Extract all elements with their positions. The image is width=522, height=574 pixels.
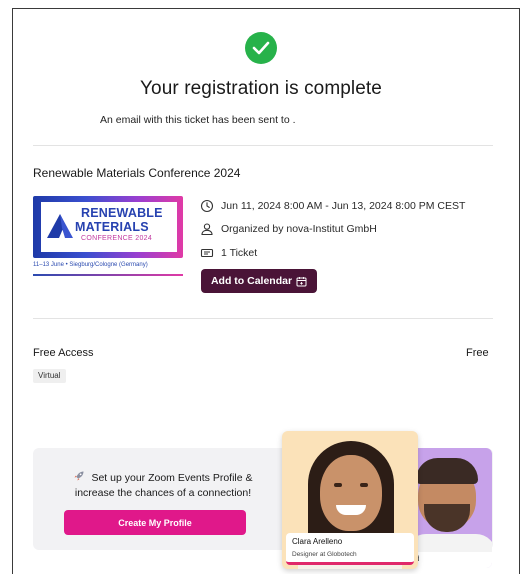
email-sent-notice: An email with this ticket has been sent … [100,114,296,126]
divider [33,145,493,146]
calendar-icon [296,276,307,286]
virtual-badge: Virtual [33,369,66,383]
create-profile-label: Create My Profile [118,517,192,528]
page-title: Your registration is complete [140,78,382,99]
ticket-price: Free [466,347,489,359]
add-to-calendar-label: Add to Calendar [210,275,293,287]
conference-logo-icon [47,214,73,238]
promo-message: Set up your Zoom Events Profile & increa… [58,470,268,501]
check-circle-icon [245,32,277,64]
event-name: Renewable Materials Conference 2024 [33,166,241,180]
banner-title-line3: CONFERENCE 2024 [81,235,153,242]
banner-title-line2: MATERIALS [75,220,149,234]
event-banner: RENEWABLE MATERIALS CONFERENCE 2024 11–1… [33,196,183,282]
profile-name-card: Clara Arelleno Designer at Globotech [286,533,414,565]
ticket-type: Free Access [33,347,94,359]
profile-card-back: id [410,448,492,568]
create-profile-button[interactable]: Create My Profile [64,510,246,535]
event-organizer-row: Organized by nova-Institut GmbH [200,222,377,236]
banner-subtitle: 11–13 June • Siegburg/Cologne (Germany) [33,262,148,268]
divider [33,318,493,319]
profile-name: Clara Arelleno [292,537,343,546]
promo-text: Set up your Zoom Events Profile & increa… [74,472,253,499]
ticket-icon [200,248,214,258]
profile-role: Designer at Globotech [292,551,357,558]
rocket-icon [74,471,84,481]
woman-photo [320,455,382,531]
banner-underline [33,274,183,276]
event-date: Jun 11, 2024 8:00 AM - Jun 13, 2024 8:00… [221,200,466,212]
ticket-count-row: 1 Ticket [200,246,257,260]
banner-title-line1: RENEWABLE [81,206,163,220]
ticket-count: 1 Ticket [221,247,258,259]
profile-card-front: Clara Arelleno Designer at Globotech [282,431,418,569]
back-card-label: id [410,552,492,568]
add-to-calendar-button[interactable]: Add to Calendar [201,269,317,293]
event-date-row: Jun 11, 2024 8:00 AM - Jun 13, 2024 8:00… [200,199,465,213]
user-icon [201,223,213,236]
event-organizer: Organized by nova-Institut GmbH [221,223,377,235]
clock-icon [200,199,214,213]
